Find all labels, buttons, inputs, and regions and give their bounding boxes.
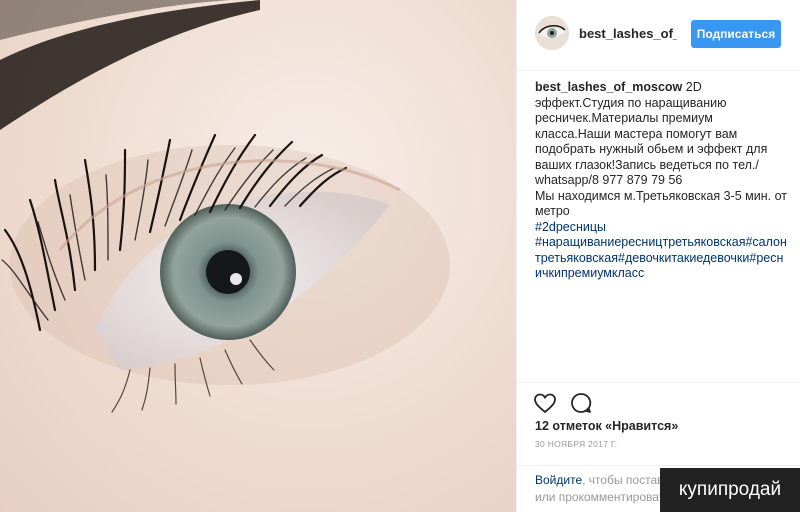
- watermark-badge: купипродай: [660, 468, 800, 512]
- avatar-eye-icon: [535, 16, 569, 50]
- caption-username[interactable]: best_lashes_of_moscow: [535, 80, 682, 94]
- post-caption: best_lashes_of_moscow 2D эффект.Студия п…: [535, 80, 787, 282]
- eye-illustration: [0, 0, 450, 413]
- likes-count[interactable]: 12 отметок «Нравится»: [535, 419, 678, 433]
- post-photo[interactable]: [0, 0, 516, 512]
- comment-icon[interactable]: [569, 391, 593, 415]
- avatar[interactable]: [535, 16, 569, 50]
- account-username[interactable]: best_lashes_of_mo: [579, 26, 677, 41]
- caption-text: 2D эффект.Студия по наращиванию ресничек…: [535, 80, 768, 187]
- login-text: Войдите, чтобы поставить или прокомменти…: [535, 472, 665, 506]
- post-side-panel: best_lashes_of_mo Подписаться best_lashe…: [516, 0, 800, 512]
- caption-location: Мы находимся м.Третьяковская 3-5 мин. от…: [535, 188, 787, 219]
- login-text-suffix: , чтобы поставить: [582, 473, 665, 487]
- heart-icon[interactable]: [533, 391, 557, 415]
- post-header: best_lashes_of_mo Подписаться: [517, 0, 800, 71]
- post-date: 30 НОЯБРЯ 2017 Г.: [535, 439, 618, 449]
- login-text-line2: или прокомментировать: [535, 490, 665, 504]
- hashtag-link[interactable]: #2dресницы: [535, 220, 606, 234]
- login-link[interactable]: Войдите: [535, 473, 582, 487]
- hashtag-link[interactable]: #наращиваниересництретьяковская#салонтре…: [535, 235, 787, 280]
- follow-button[interactable]: Подписаться: [691, 20, 781, 48]
